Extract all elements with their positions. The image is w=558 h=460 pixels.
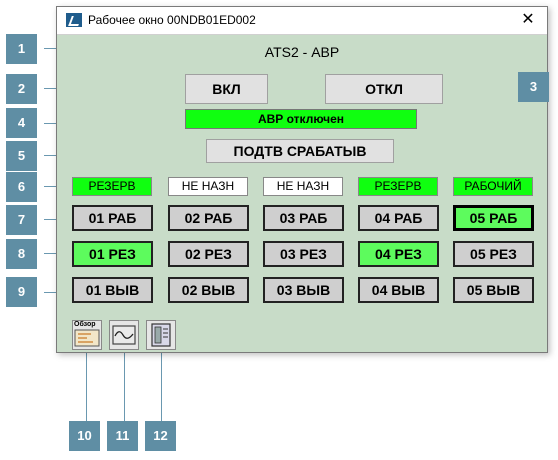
rab-button-05[interactable]: 05 РАБ (453, 205, 534, 231)
rab-button-03[interactable]: 03 РАБ (263, 205, 344, 231)
leader-line-11 (124, 343, 125, 421)
input-label-4: РЕЗЕРВ (358, 177, 438, 196)
input-label-2: НЕ НАЗН (168, 177, 248, 196)
on-button[interactable]: ВКЛ (185, 74, 268, 104)
callout-12: 12 (145, 421, 176, 451)
sine-wave-icon (112, 325, 136, 345)
rez-button-05[interactable]: 05 РЕЗ (453, 241, 534, 267)
title-bar: Рабочее окно 00NDB01ED002 ✕ (57, 7, 547, 35)
vyv-button-04[interactable]: 04 ВЫВ (358, 277, 439, 303)
input-label-3: НЕ НАЗН (263, 177, 343, 196)
callout-3: 3 (518, 72, 549, 102)
callout-10: 10 (69, 421, 100, 451)
rez-button-01[interactable]: 01 РЕЗ (72, 241, 153, 267)
input-label-5: РАБОЧИЙ (453, 177, 533, 196)
close-button[interactable]: ✕ (517, 10, 539, 30)
device-button[interactable] (146, 320, 176, 350)
window-content: ATS2 - АВР ВКЛ ОТКЛ АВР отключен ПОДТВ С… (57, 35, 547, 352)
main-window: Рабочее окно 00NDB01ED002 ✕ ATS2 - АВР В… (56, 6, 548, 353)
callout-1: 1 (6, 34, 37, 64)
callout-6: 6 (6, 172, 37, 202)
vyv-button-01[interactable]: 01 ВЫВ (72, 277, 153, 303)
callout-11: 11 (107, 421, 138, 451)
callout-2: 2 (6, 74, 37, 104)
rez-button-04[interactable]: 04 РЕЗ (358, 241, 439, 267)
callout-8: 8 (6, 239, 37, 269)
overview-button[interactable]: Обзор (72, 320, 102, 350)
panel-title: ATS2 - АВР (264, 44, 340, 60)
rab-button-04[interactable]: 04 РАБ (358, 205, 439, 231)
trend-button[interactable] (109, 320, 139, 350)
callout-7: 7 (6, 205, 37, 235)
window-title: Рабочее окно 00NDB01ED002 (88, 13, 256, 27)
rab-button-02[interactable]: 02 РАБ (168, 205, 249, 231)
rez-button-02[interactable]: 02 РЕЗ (168, 241, 249, 267)
app-logo-icon (66, 13, 82, 27)
callout-9: 9 (6, 277, 37, 307)
leader-line-12 (161, 343, 162, 421)
input-label-1: РЕЗЕРВ (72, 177, 152, 196)
vyv-button-05[interactable]: 05 ВЫВ (453, 277, 534, 303)
overview-icon (74, 329, 100, 347)
leader-line-10 (86, 343, 87, 421)
callout-5: 5 (6, 141, 37, 171)
vyv-button-03[interactable]: 03 ВЫВ (263, 277, 344, 303)
vyv-button-02[interactable]: 02 ВЫВ (168, 277, 249, 303)
status-indicator: АВР отключен (185, 109, 417, 129)
off-button[interactable]: ОТКЛ (325, 74, 443, 104)
callout-4: 4 (6, 108, 37, 138)
rez-button-03[interactable]: 03 РЕЗ (263, 241, 344, 267)
rab-button-01[interactable]: 01 РАБ (72, 205, 153, 231)
confirm-trigger-button[interactable]: ПОДТВ СРАБАТЫВ (206, 139, 394, 163)
cabinet-icon (151, 323, 171, 347)
